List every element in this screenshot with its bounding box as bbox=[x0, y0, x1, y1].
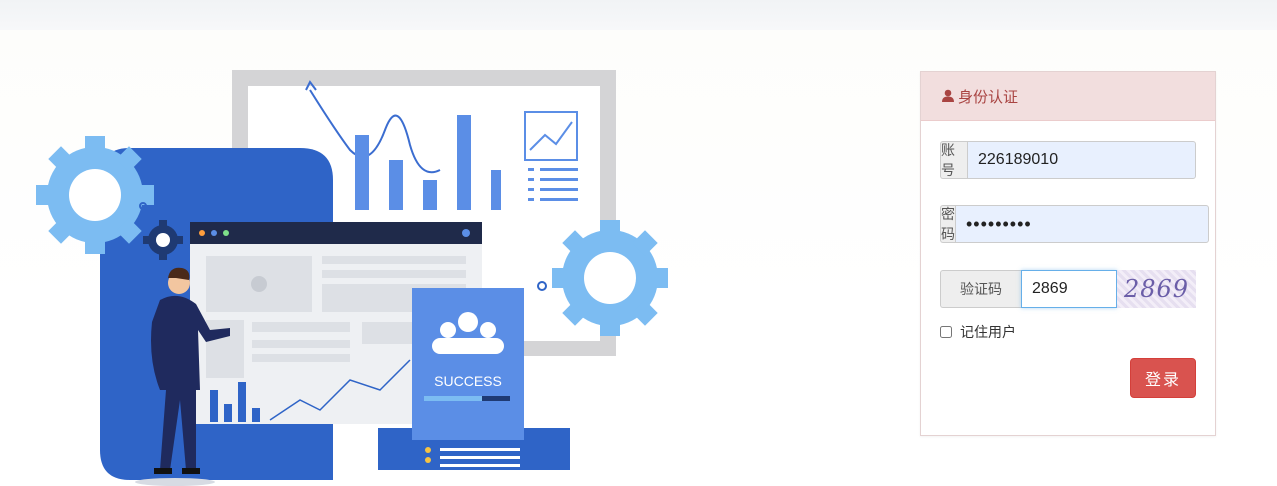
hero-illustration: SUCCESS bbox=[36, 70, 668, 486]
password-row: 密 码 bbox=[940, 205, 1209, 243]
success-card bbox=[412, 288, 524, 440]
panel-header: 身份认证 bbox=[921, 72, 1215, 121]
top-bar bbox=[0, 0, 1277, 30]
right-gear-icon bbox=[552, 220, 668, 336]
account-input[interactable] bbox=[967, 141, 1196, 179]
browser-window bbox=[190, 222, 482, 244]
captcha-image[interactable]: 2869 bbox=[1117, 270, 1196, 308]
account-row: 账 号 bbox=[940, 141, 1196, 179]
panel-title: 身份认证 bbox=[958, 87, 1019, 106]
captcha-label: 验证码 bbox=[940, 270, 1021, 308]
remember-checkbox[interactable] bbox=[940, 326, 952, 338]
login-button[interactable]: 登录 bbox=[1130, 358, 1196, 398]
account-label: 账 号 bbox=[940, 141, 967, 179]
password-input[interactable] bbox=[955, 205, 1209, 243]
gear-icon bbox=[36, 136, 154, 254]
captcha-input[interactable] bbox=[1021, 270, 1117, 308]
remember-user[interactable]: 记住用户 bbox=[940, 322, 1016, 342]
captcha-row: 验证码 2869 bbox=[940, 270, 1196, 308]
user-icon bbox=[942, 89, 954, 102]
login-panel: 身份认证 账 号 密 码 验证码 2869 记住用户 登录 bbox=[920, 71, 1216, 436]
remember-label: 记住用户 bbox=[960, 325, 1016, 341]
success-label: SUCCESS bbox=[434, 373, 502, 389]
password-label: 密 码 bbox=[940, 205, 955, 243]
